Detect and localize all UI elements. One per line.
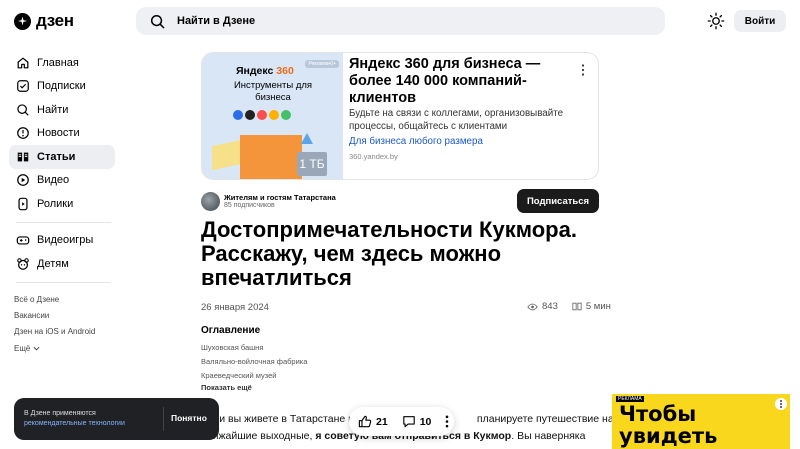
ad-decor-triangle xyxy=(301,133,313,144)
ad-decor-box xyxy=(240,135,302,179)
sidebar-nav: Главная Подписки Найти Новости Статьи Ви… xyxy=(9,51,115,289)
sidebar-item-articles[interactable]: Статьи xyxy=(9,145,115,169)
read-time-icon xyxy=(572,302,582,311)
link-vacancies[interactable]: Вакансии xyxy=(14,308,95,324)
more-vertical-icon[interactable] xyxy=(775,398,787,410)
side-ad-text: Чтобы увидеть xyxy=(619,402,718,448)
logo-text: дзен xyxy=(36,11,74,30)
video-icon xyxy=(17,174,29,187)
like-icon[interactable] xyxy=(358,415,372,428)
more-label: Ещё xyxy=(14,343,31,353)
article-date: 26 января 2024 xyxy=(201,302,269,313)
ad-decor-box xyxy=(212,139,242,171)
sidebar-footer-links: Всё о Дзене Вакансии Дзен на iOS и Andro… xyxy=(14,292,95,357)
toc-show-more[interactable]: Показать ещё xyxy=(201,383,252,392)
toc-list: Шуховская башня Валяльно-войлочная фабри… xyxy=(201,341,307,383)
toc-item[interactable]: Краеведческий музей xyxy=(201,369,307,383)
ad-card[interactable]: Яндекс 360 Реклама•0+ Инструменты для би… xyxy=(201,52,599,180)
ad-domain: 360.yandex.by xyxy=(349,152,398,161)
sidebar-item-label: Статьи xyxy=(37,150,76,163)
articles-icon xyxy=(17,152,29,162)
dzen-logo-icon xyxy=(14,12,31,30)
toc-title: Оглавление xyxy=(201,325,261,336)
sidebar-item-label: Новости xyxy=(37,127,80,140)
app-icons xyxy=(233,110,291,120)
sidebar-item-news[interactable]: Новости xyxy=(9,122,115,146)
ad-image-subtitle: Инструменты для бизнеса xyxy=(233,80,313,103)
views-count: 843 xyxy=(542,301,558,312)
gamepad-icon xyxy=(16,236,30,245)
more-vertical-icon[interactable] xyxy=(578,63,588,77)
dzen-logo[interactable]: дзен xyxy=(14,11,74,31)
likes-count: 21 xyxy=(376,415,388,428)
reactions-bar: 21 10 xyxy=(349,407,454,436)
sidebar-item-search[interactable]: Найти xyxy=(9,98,115,122)
ad-title[interactable]: Яндекс 360 для бизнеса — более 140 000 к… xyxy=(349,56,569,107)
theme-toggle-sun-icon[interactable] xyxy=(707,12,725,30)
article-meta: 843 5 мин xyxy=(527,301,611,312)
sidebar-item-label: Детям xyxy=(37,257,69,270)
more-vertical-icon[interactable] xyxy=(445,415,449,428)
more-button[interactable]: Ещё xyxy=(14,341,95,357)
subscribe-button[interactable]: Подписаться xyxy=(517,189,599,213)
search-icon xyxy=(150,14,165,28)
sidebar-item-label: Видео xyxy=(37,174,70,187)
sidebar-item-kids[interactable]: Детям xyxy=(9,252,115,276)
link-mobile-apps[interactable]: Дзен на iOS и Android xyxy=(14,324,95,340)
toc-item[interactable]: Шуховская башня xyxy=(201,341,307,355)
cookie-accept-button[interactable]: Понятно xyxy=(171,413,207,423)
search-icon xyxy=(17,104,29,116)
sidebar-divider xyxy=(16,221,111,223)
cookie-banner: В Дзене применяются рекомендательные тех… xyxy=(14,398,219,440)
cookie-text: В Дзене применяются рекомендательные тех… xyxy=(24,410,125,429)
sidebar-item-subscriptions[interactable]: Подписки xyxy=(9,75,115,99)
toc-item[interactable]: Валяльно-войлочная фабрика xyxy=(201,355,307,369)
sidebar-item-label: Подписки xyxy=(37,80,86,93)
sidebar-item-home[interactable]: Главная xyxy=(9,51,115,75)
home-icon xyxy=(17,57,29,69)
kids-icon xyxy=(17,257,29,270)
read-time: 5 мин xyxy=(585,301,611,312)
sidebar-item-label: Видеоигры xyxy=(37,234,94,247)
cookie-divider xyxy=(163,407,164,431)
ad-badge: Реклама•0+ xyxy=(305,60,339,68)
ad-image-storage: 1 ТБ xyxy=(297,152,327,176)
sidebar-divider xyxy=(16,281,111,283)
ad-image: Яндекс 360 Реклама•0+ Инструменты для би… xyxy=(202,53,343,179)
sidebar-item-videogames[interactable]: Видеоигры xyxy=(9,229,115,253)
comment-icon[interactable] xyxy=(402,415,416,428)
ad-link[interactable]: Для бизнеса любого размера xyxy=(349,136,483,147)
comments-count: 10 xyxy=(419,415,432,428)
channel-name[interactable]: Жителям и гостям Татарстана xyxy=(224,193,336,202)
link-about-dzen[interactable]: Всё о Дзене xyxy=(14,292,95,308)
side-ad-banner[interactable]: РЕКЛАМА Чтобы увидеть xyxy=(612,394,790,449)
search-input[interactable]: Найти в Дзене xyxy=(136,7,665,35)
sidebar-item-video[interactable]: Видео xyxy=(9,169,115,193)
channel-avatar[interactable] xyxy=(201,192,220,211)
sidebar-item-shorts[interactable]: Ролики xyxy=(9,192,115,216)
subscriptions-icon xyxy=(17,80,29,93)
sidebar-item-label: Найти xyxy=(37,103,69,116)
chevron-down-icon xyxy=(33,347,40,351)
eye-icon xyxy=(527,303,538,310)
channel-subscribers: 85 подписчиков xyxy=(224,202,275,209)
article-title: Достопримечательности Кукмора. Расскажу,… xyxy=(201,217,577,290)
sidebar-item-label: Ролики xyxy=(37,197,74,210)
login-button[interactable]: Войти xyxy=(734,10,786,32)
news-icon xyxy=(17,127,29,140)
shorts-icon xyxy=(18,197,28,211)
ad-description: Будьте на связи с коллегами, организовыв… xyxy=(349,108,564,132)
ad-image-brand: Яндекс 360 xyxy=(236,65,294,77)
search-placeholder: Найти в Дзене xyxy=(177,15,256,27)
cookie-link[interactable]: рекомендательные технологии xyxy=(24,419,125,429)
sidebar-item-label: Главная xyxy=(37,56,79,69)
